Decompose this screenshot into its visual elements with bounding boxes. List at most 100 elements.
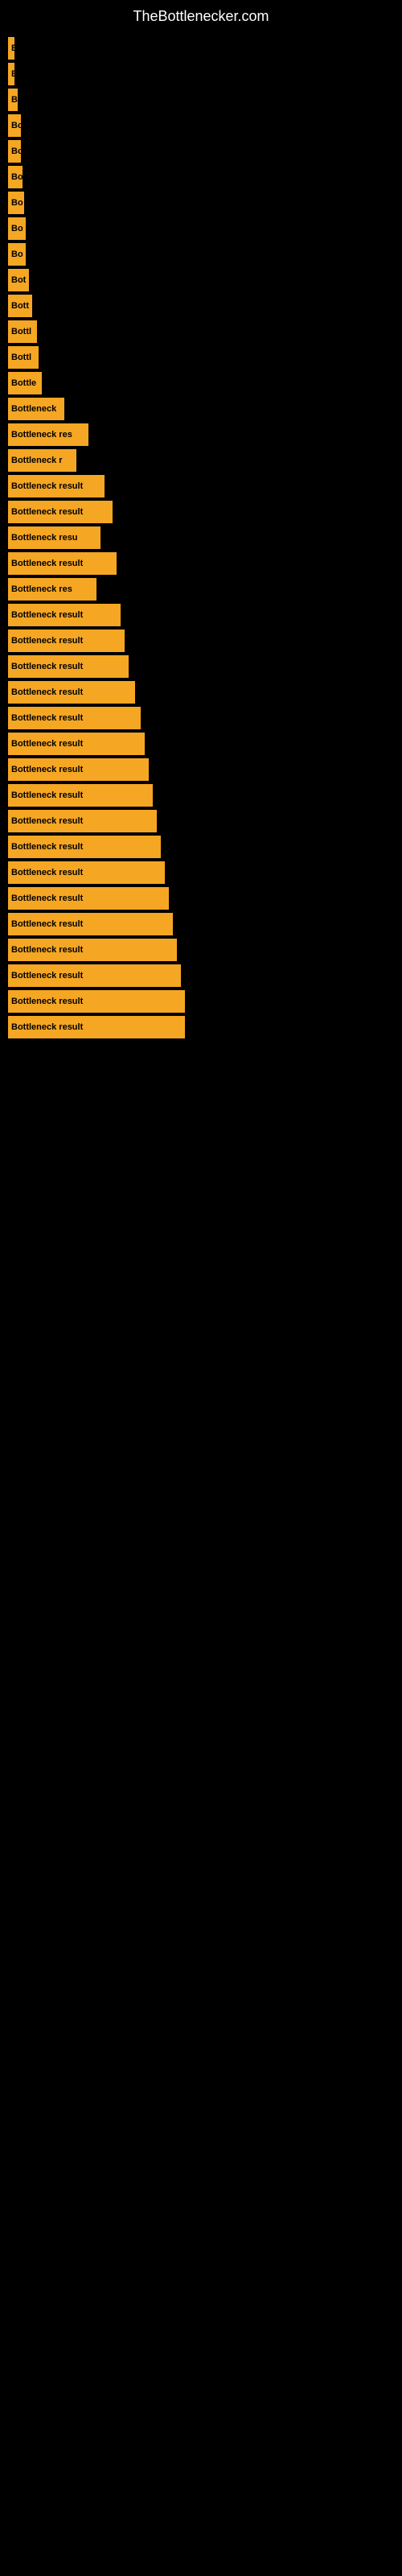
bar-row: Bottle — [8, 372, 394, 394]
bar-item: Bottleneck result — [8, 475, 105, 497]
bar-item: Bottleneck res — [8, 578, 96, 601]
bar-row: Bo — [8, 243, 394, 266]
bar-label: Bottleneck result — [11, 1022, 83, 1032]
bar-item: Bottleneck result — [8, 887, 169, 910]
bar-item: Bo — [8, 192, 24, 214]
bar-label: Bottleneck result — [11, 791, 83, 800]
bar-row: Bottleneck result — [8, 861, 394, 884]
bar-row: Bottleneck result — [8, 758, 394, 781]
bar-row: Bo — [8, 140, 394, 163]
bar-item: Bottl — [8, 320, 37, 343]
bar-label: Bottleneck result — [11, 481, 83, 491]
bar-item: Bo — [8, 114, 21, 137]
bar-row: Bottl — [8, 320, 394, 343]
bar-item: Bo — [8, 166, 23, 188]
bar-item: Bottleneck result — [8, 836, 161, 858]
bar-item: Bot — [8, 269, 29, 291]
bar-label: Bo — [11, 198, 23, 208]
bar-item: Bottl — [8, 346, 39, 369]
bar-item: Bottleneck res — [8, 423, 88, 446]
bar-label: Bot — [11, 275, 26, 285]
bar-label: Bottleneck result — [11, 842, 83, 852]
bar-label: Bottleneck result — [11, 765, 83, 774]
bar-label: Bottleneck result — [11, 713, 83, 723]
bar-row: Bo — [8, 114, 394, 137]
bar-row: Bottl — [8, 346, 394, 369]
bar-label: Bottleneck — [11, 404, 56, 414]
bar-row: Bottleneck result — [8, 836, 394, 858]
bar-label: Bottl — [11, 353, 31, 362]
bar-label: Bottleneck result — [11, 507, 83, 517]
bar-row: Bottleneck result — [8, 655, 394, 678]
bar-item: Bo — [8, 217, 26, 240]
bar-item: Bottleneck result — [8, 681, 135, 704]
bar-label: Bottleneck result — [11, 636, 83, 646]
bar-item: Bottleneck result — [8, 501, 113, 523]
bar-row: Bottleneck result — [8, 604, 394, 626]
bar-item: Bottleneck result — [8, 1016, 185, 1038]
bar-label: Bottl — [11, 327, 31, 336]
bar-label: Bottleneck result — [11, 687, 83, 697]
bar-row: Bottleneck result — [8, 964, 394, 987]
bar-label: B — [11, 69, 14, 79]
bar-row: Bottleneck result — [8, 552, 394, 575]
bar-item: B — [8, 37, 14, 60]
bar-label: Bottleneck result — [11, 610, 83, 620]
bar-row: Bottleneck — [8, 398, 394, 420]
bar-row: Bo — [8, 192, 394, 214]
bar-item: Bottleneck — [8, 398, 64, 420]
bar-row: Bottleneck r — [8, 449, 394, 472]
bars-container: B B B Bo Bo Bo Bo Bo Bo Bot Bott Bottl Bottl Bottle Bo… — [0, 37, 402, 1042]
bar-item: Bottleneck result — [8, 604, 121, 626]
bar-label: Bott — [11, 301, 29, 311]
bar-row: B — [8, 89, 394, 111]
bar-item: Bott — [8, 295, 32, 317]
bar-item: Bottleneck result — [8, 810, 157, 832]
bar-label: Bottleneck res — [11, 430, 72, 440]
bar-item: Bottleneck result — [8, 630, 125, 652]
bar-item: Bottleneck result — [8, 733, 145, 755]
bar-item: Bottleneck resu — [8, 526, 100, 549]
bar-item: Bottleneck result — [8, 913, 173, 935]
bar-row: Bottleneck result — [8, 990, 394, 1013]
bar-row: Bottleneck result — [8, 784, 394, 807]
bar-label: B — [11, 43, 14, 53]
bar-label: Bo — [11, 147, 21, 156]
bar-item: Bo — [8, 140, 21, 163]
bar-label: Bottle — [11, 378, 36, 388]
bar-row: Bottleneck result — [8, 913, 394, 935]
bar-label: Bo — [11, 250, 23, 259]
bar-row: Bottleneck result — [8, 501, 394, 523]
bar-item: Bottleneck result — [8, 784, 153, 807]
bar-item: Bo — [8, 243, 26, 266]
bar-row: Bottleneck result — [8, 475, 394, 497]
bar-row: Bo — [8, 166, 394, 188]
bar-label: Bottleneck result — [11, 945, 83, 955]
bar-label: Bottleneck result — [11, 894, 83, 903]
bar-item: Bottleneck result — [8, 964, 181, 987]
bar-row: Bottleneck result — [8, 887, 394, 910]
bar-row: Bott — [8, 295, 394, 317]
bar-label: Bottleneck result — [11, 662, 83, 671]
bar-label: B — [11, 95, 18, 105]
bar-item: Bottleneck result — [8, 939, 177, 961]
bar-label: Bottleneck result — [11, 919, 83, 929]
bar-label: Bottleneck result — [11, 971, 83, 980]
bar-label: Bottleneck result — [11, 816, 83, 826]
bar-item: B — [8, 89, 18, 111]
bar-row: B — [8, 37, 394, 60]
bar-label: Bo — [11, 172, 23, 182]
bar-label: Bottleneck res — [11, 584, 72, 594]
bar-item: Bottleneck result — [8, 707, 141, 729]
bar-label: Bo — [11, 121, 21, 130]
bar-row: Bottleneck result — [8, 810, 394, 832]
page-wrapper: TheBottlenecker.com B B B Bo Bo Bo Bo Bo Bo Bot Bo… — [0, 0, 402, 1042]
bar-row: Bottleneck result — [8, 733, 394, 755]
bar-item: Bottleneck result — [8, 552, 117, 575]
bar-row: Bottleneck result — [8, 681, 394, 704]
bar-row: Bottleneck result — [8, 1016, 394, 1038]
bar-row: Bottleneck res — [8, 423, 394, 446]
bar-label: Bottleneck r — [11, 456, 63, 465]
site-title: TheBottlenecker.com — [0, 0, 402, 37]
bar-item: Bottleneck result — [8, 990, 185, 1013]
